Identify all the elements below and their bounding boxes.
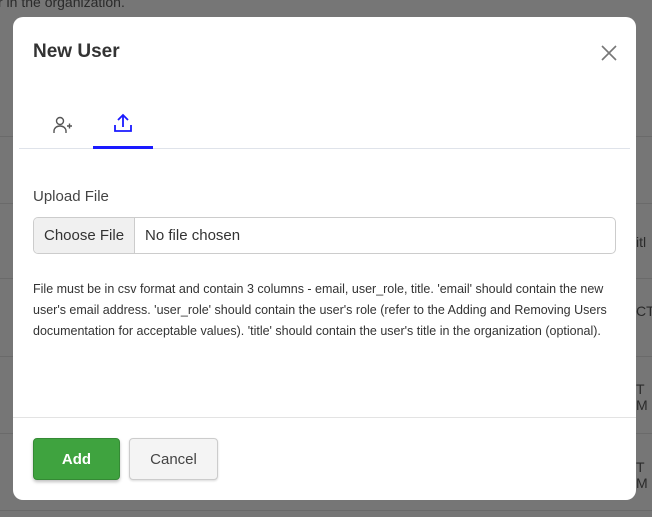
modal-footer-divider [13, 417, 636, 418]
background-text: itl [636, 234, 647, 250]
close-icon[interactable] [599, 43, 619, 63]
upload-file-label: Upload File [33, 188, 109, 205]
background-text: T M [636, 459, 648, 491]
cancel-button[interactable]: Cancel [129, 438, 218, 480]
file-name-text: No file chosen [145, 227, 241, 244]
tab-bar [19, 105, 630, 149]
modal-title: New User [33, 41, 120, 62]
background-text: CTO [636, 303, 652, 319]
file-input[interactable]: Choose File No file chosen [33, 217, 616, 254]
background-text: r in the organization. [0, 0, 125, 10]
user-plus-icon [52, 115, 74, 140]
upload-icon [113, 113, 133, 138]
tab-single-user[interactable] [33, 105, 93, 149]
help-text: File must be in csv format and contain 3… [33, 282, 607, 338]
background-divider [0, 510, 652, 511]
tab-upload[interactable] [93, 105, 153, 149]
background-text: T M [636, 381, 648, 413]
choose-file-button[interactable]: Choose File [34, 218, 136, 253]
add-button[interactable]: Add [33, 438, 120, 480]
new-user-modal: New User Upload File Choose File No file… [13, 17, 636, 500]
